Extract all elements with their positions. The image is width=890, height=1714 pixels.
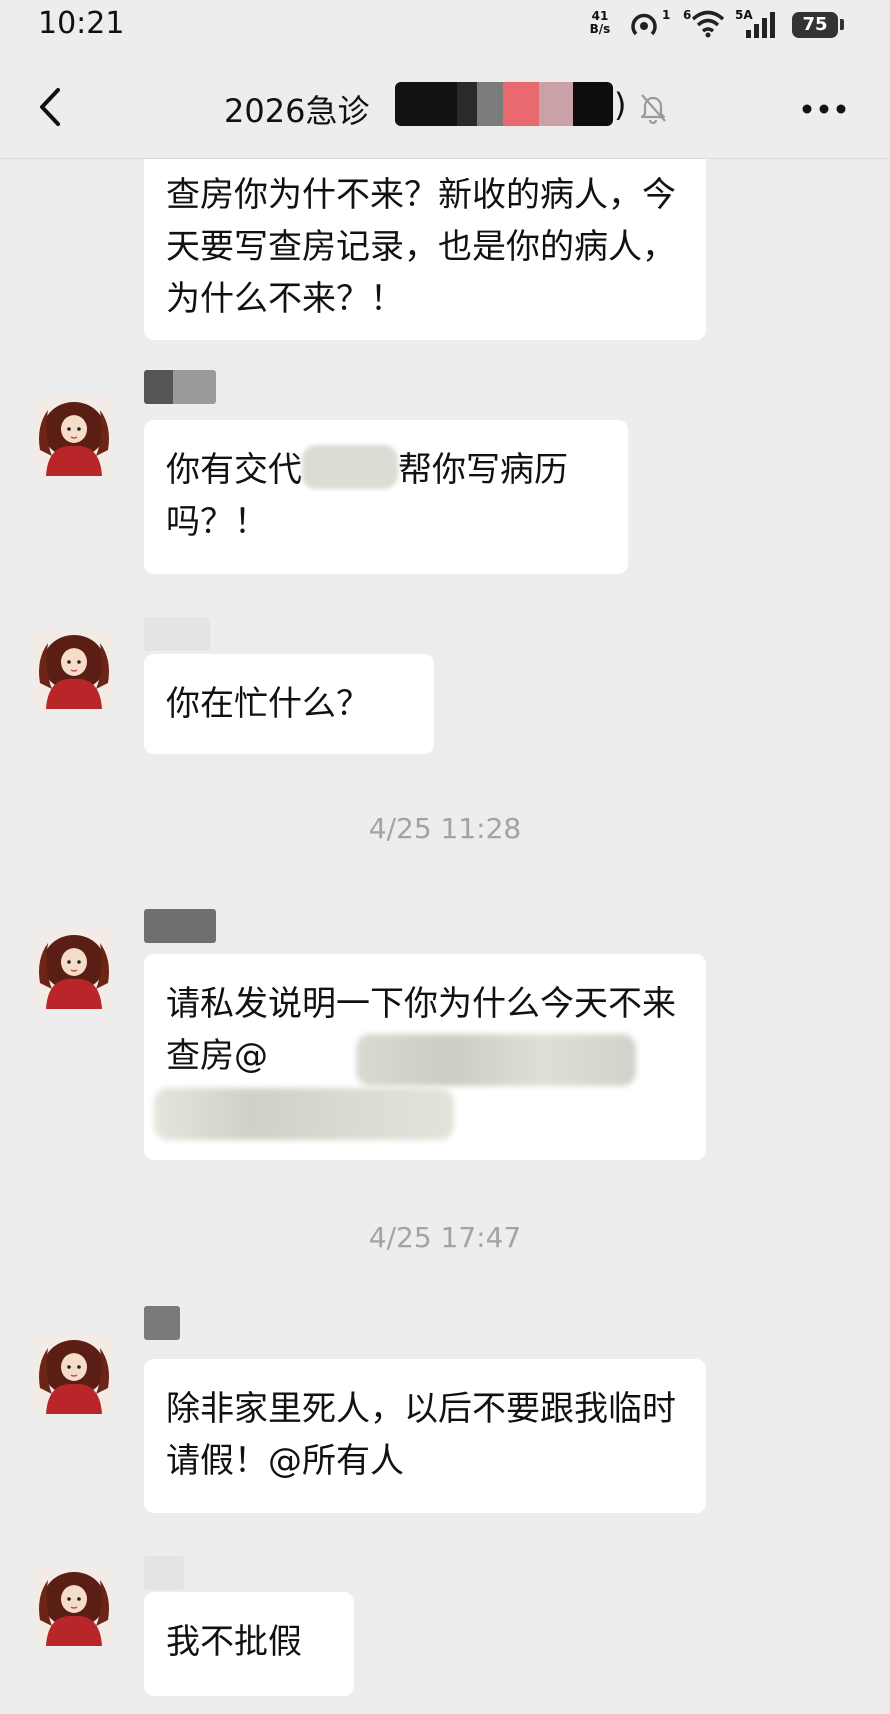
- sender-name-redacted: [144, 617, 210, 651]
- status-time: 10:21: [38, 6, 125, 41]
- status-bar: 10:21 41 B/s 1 6 5A 75: [0, 0, 890, 52]
- redacted-group-name: [395, 82, 613, 126]
- avatar-illustration: [34, 1334, 114, 1414]
- sender-name-redacted: [144, 1556, 184, 1590]
- message-bubble[interactable]: 你有交代 帮你写病历吗？！: [144, 420, 628, 574]
- avatar-illustration: [34, 929, 114, 1009]
- avatar[interactable]: [34, 1334, 114, 1414]
- network-speed: 41 B/s: [585, 10, 615, 36]
- hotspot-icon: [631, 13, 657, 36]
- sender-name-redacted: [144, 909, 216, 943]
- avatar[interactable]: [34, 1566, 114, 1646]
- chat-title-suffix: ): [614, 86, 627, 124]
- chat-header: 2026急诊 ): [0, 52, 890, 159]
- message-text: 我不批假: [166, 1622, 302, 1662]
- message-bubble[interactable]: 我不批假: [144, 1592, 354, 1696]
- message-text: 查房你为什不来？新收的病人，今天要写查房记录，也是你的病人，为什么不来？！: [166, 175, 676, 319]
- bell-muted-icon: [640, 94, 666, 124]
- message-bubble[interactable]: 查房你为什不来？新收的病人，今天要写查房记录，也是你的病人，为什么不来？！: [144, 159, 706, 340]
- sender-name-redacted: [144, 1306, 180, 1340]
- avatar-illustration: [34, 396, 114, 476]
- message-text: 除非家里死人，以后不要跟我临时请假！@所有人: [166, 1389, 676, 1481]
- redacted-mention: [154, 1088, 454, 1140]
- battery-tip: [840, 19, 844, 30]
- message-timestamp: 4/25 11:28: [368, 812, 522, 845]
- redacted-mention: [356, 1034, 636, 1086]
- message-bubble[interactable]: 你在忙什么？: [144, 654, 434, 754]
- more-dots-icon[interactable]: [802, 104, 846, 114]
- avatar[interactable]: [34, 629, 114, 709]
- chat-title[interactable]: 2026急诊: [224, 86, 369, 132]
- message-text: 你在忙什么？: [166, 684, 370, 724]
- avatar-illustration: [34, 629, 114, 709]
- sender-name-redacted: [144, 370, 216, 404]
- message-bubble[interactable]: 除非家里死人，以后不要跟我临时请假！@所有人: [144, 1359, 706, 1513]
- hotspot-superscript: 1: [662, 8, 671, 22]
- message-text-start: 你有交代: [166, 450, 302, 490]
- network-speed-unit: B/s: [589, 22, 611, 36]
- battery-icon: 75: [792, 12, 838, 38]
- message-timestamp: 4/25 17:47: [368, 1221, 522, 1254]
- avatar[interactable]: [34, 396, 114, 476]
- redacted-name: [302, 445, 398, 489]
- avatar[interactable]: [34, 929, 114, 1009]
- message-bubble[interactable]: 请私发说明一下你为什么今天不来查房@: [144, 954, 706, 1160]
- wifi-icon: [691, 10, 725, 38]
- avatar-illustration: [34, 1566, 114, 1646]
- chevron-left-icon[interactable]: [34, 87, 68, 127]
- cellular-signal-icon: [746, 12, 775, 38]
